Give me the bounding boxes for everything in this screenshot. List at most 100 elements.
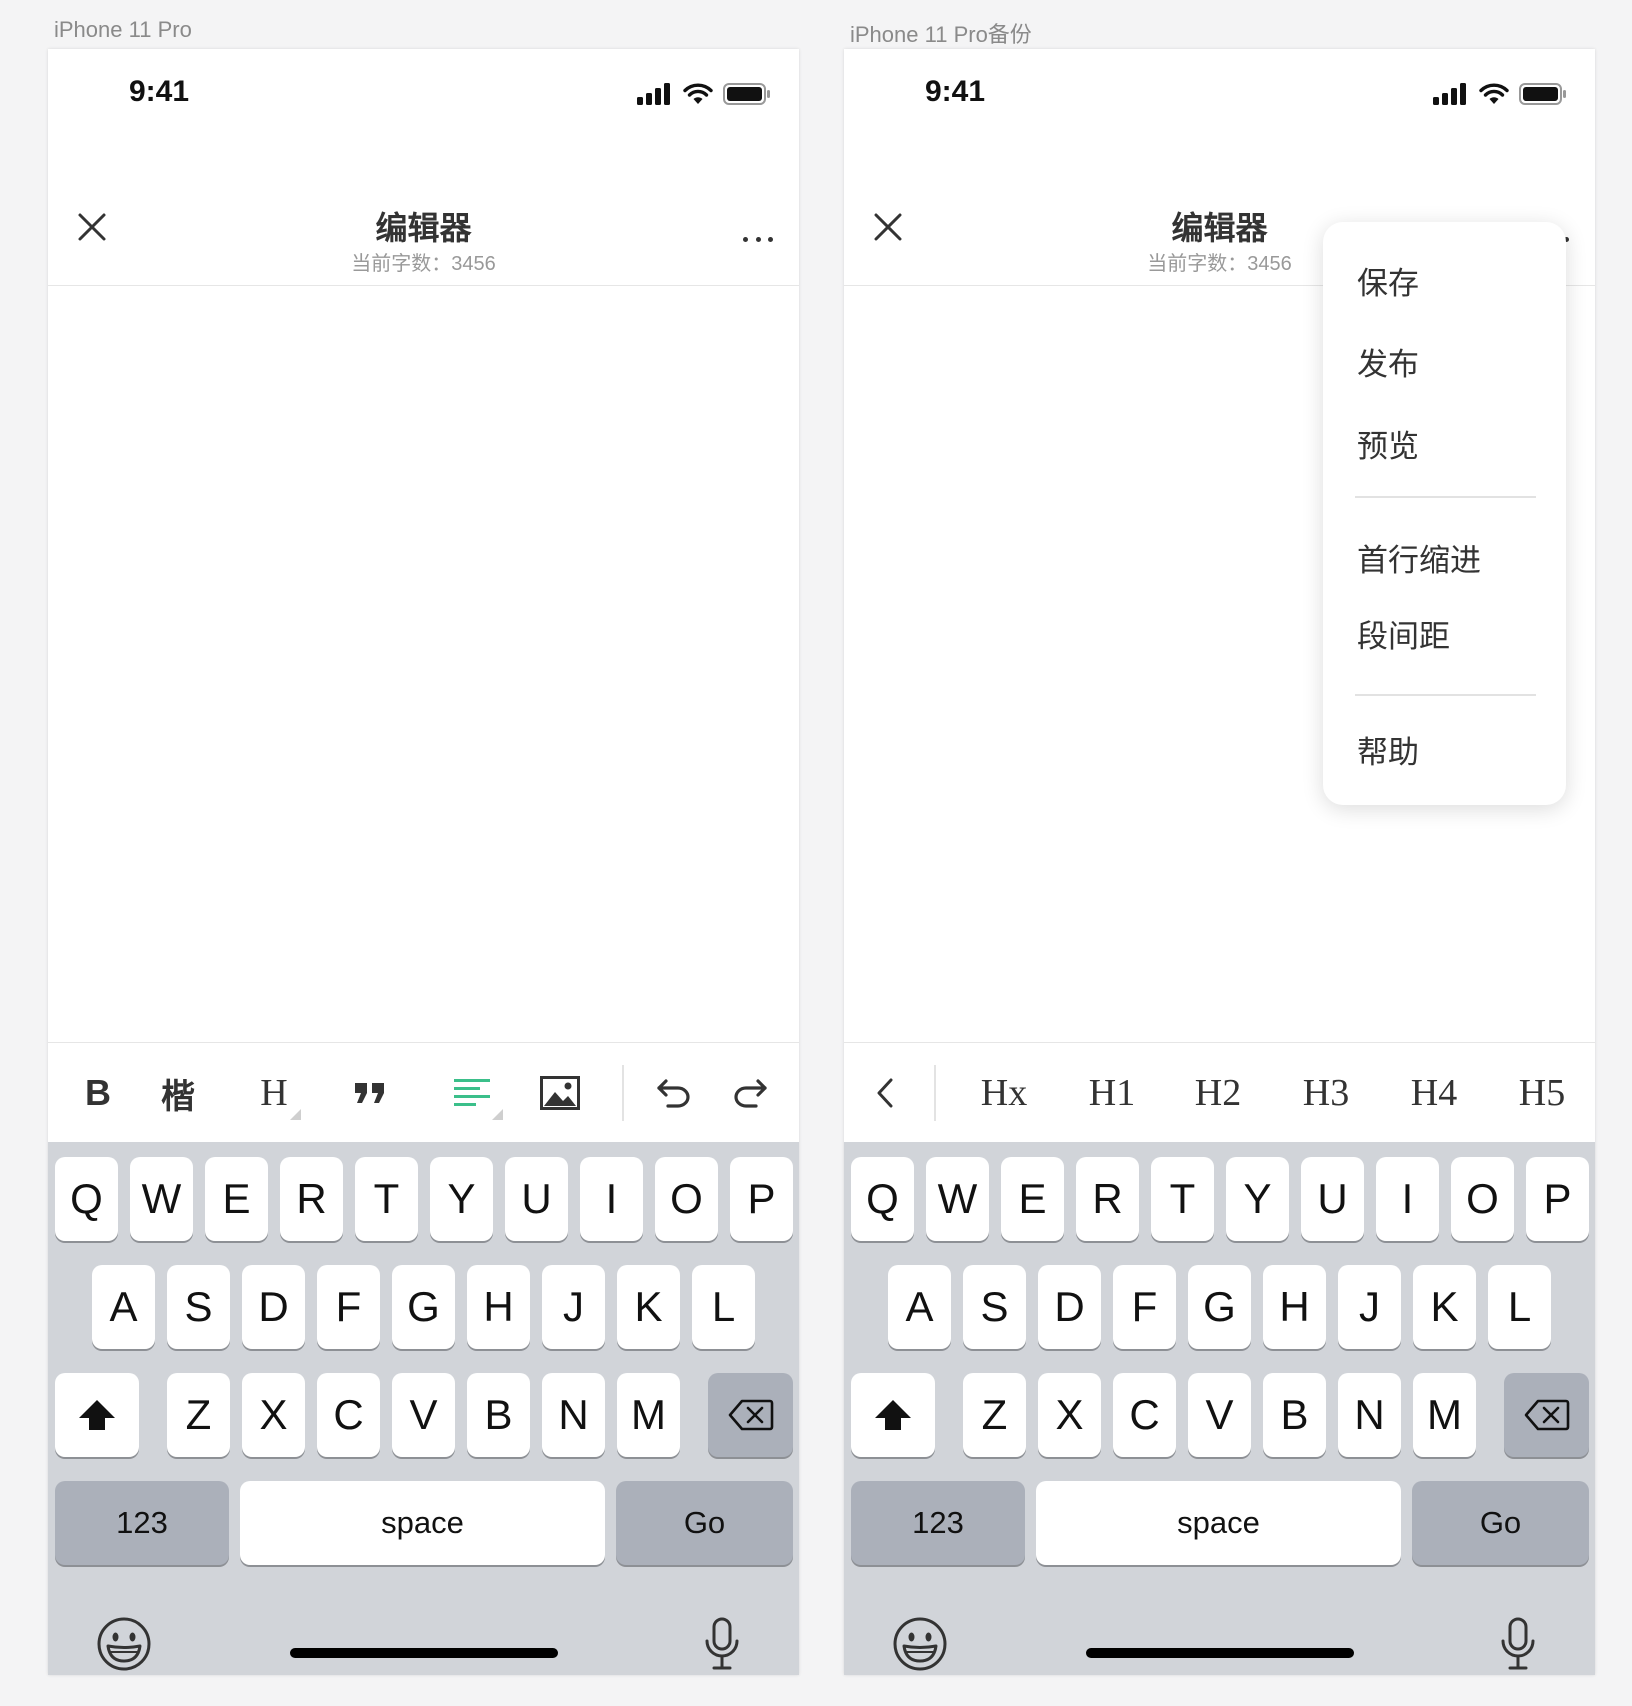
more-icon[interactable]	[743, 233, 773, 245]
heading-h1[interactable]: H1	[1080, 1065, 1144, 1121]
menu-item-help[interactable]: 帮助	[1357, 727, 1419, 772]
key-m[interactable]: M	[1413, 1373, 1476, 1457]
key-h[interactable]: H	[467, 1265, 530, 1349]
key-s[interactable]: S	[963, 1265, 1026, 1349]
key-b[interactable]: B	[1263, 1373, 1326, 1457]
key-b[interactable]: B	[467, 1373, 530, 1457]
key-e[interactable]: E	[1001, 1157, 1064, 1241]
key-p[interactable]: P	[1526, 1157, 1589, 1241]
menu-item-publish[interactable]: 发布	[1357, 339, 1419, 384]
dropdown-corner	[492, 1109, 503, 1120]
undo-icon[interactable]	[654, 1065, 694, 1121]
key-p[interactable]: P	[730, 1157, 793, 1241]
key-o[interactable]: O	[1451, 1157, 1514, 1241]
key-y[interactable]: Y	[1226, 1157, 1289, 1241]
editor-area[interactable]	[48, 287, 799, 1042]
shift-key[interactable]	[55, 1373, 139, 1457]
emoji-icon[interactable]	[96, 1616, 152, 1672]
key-z[interactable]: Z	[963, 1373, 1026, 1457]
kai-font-icon[interactable]: 楷	[156, 1065, 200, 1121]
key-j[interactable]: J	[542, 1265, 605, 1349]
key-c[interactable]: C	[317, 1373, 380, 1457]
key-f[interactable]: F	[1113, 1265, 1176, 1349]
quote-icon[interactable]	[350, 1065, 390, 1121]
key-w[interactable]: W	[926, 1157, 989, 1241]
key-l[interactable]: L	[1488, 1265, 1551, 1349]
home-indicator	[290, 1648, 558, 1658]
key-o[interactable]: O	[655, 1157, 718, 1241]
key-v[interactable]: V	[392, 1373, 455, 1457]
key-l[interactable]: L	[692, 1265, 755, 1349]
key-t[interactable]: T	[1151, 1157, 1214, 1241]
space-key[interactable]: space	[240, 1481, 605, 1565]
status-time: 9:41	[128, 75, 190, 108]
backspace-icon	[1524, 1399, 1569, 1431]
heading-h2[interactable]: H2	[1186, 1065, 1250, 1121]
key-h[interactable]: H	[1263, 1265, 1326, 1349]
key-m[interactable]: M	[617, 1373, 680, 1457]
key-d[interactable]: D	[1038, 1265, 1101, 1349]
heading-h3[interactable]: H3	[1294, 1065, 1358, 1121]
image-icon[interactable]	[538, 1065, 582, 1121]
key-x[interactable]: X	[1038, 1373, 1101, 1457]
key-i[interactable]: I	[1376, 1157, 1439, 1241]
key-q[interactable]: Q	[851, 1157, 914, 1241]
page-title: 编辑器	[375, 210, 472, 246]
key-a[interactable]: A	[92, 1265, 155, 1349]
key-w[interactable]: W	[130, 1157, 193, 1241]
heading-h4[interactable]: H4	[1402, 1065, 1466, 1121]
key-i[interactable]: I	[580, 1157, 643, 1241]
go-key[interactable]: Go	[616, 1481, 793, 1565]
key-d[interactable]: D	[242, 1265, 305, 1349]
align-button[interactable]	[442, 1065, 504, 1121]
key-g[interactable]: G	[392, 1265, 455, 1349]
numbers-key[interactable]: 123	[851, 1481, 1025, 1565]
key-z[interactable]: Z	[167, 1373, 230, 1457]
key-r[interactable]: R	[280, 1157, 343, 1241]
key-v[interactable]: V	[1188, 1373, 1251, 1457]
heading-icon: H	[260, 1072, 288, 1114]
status-bar: 9:41	[48, 49, 799, 137]
menu-item-indent[interactable]: 首行缩进	[1357, 535, 1481, 580]
shift-key[interactable]	[851, 1373, 935, 1457]
key-q[interactable]: Q	[55, 1157, 118, 1241]
key-u[interactable]: U	[1301, 1157, 1364, 1241]
backspace-key[interactable]	[708, 1373, 793, 1457]
key-t[interactable]: T	[355, 1157, 418, 1241]
key-n[interactable]: N	[1338, 1373, 1401, 1457]
redo-icon[interactable]	[730, 1065, 770, 1121]
back-icon[interactable]	[870, 1065, 900, 1121]
mic-icon[interactable]	[1500, 1616, 1536, 1672]
emoji-icon[interactable]	[892, 1616, 948, 1672]
key-x[interactable]: X	[242, 1373, 305, 1457]
key-a[interactable]: A	[888, 1265, 951, 1349]
key-y[interactable]: Y	[430, 1157, 493, 1241]
bold-icon[interactable]: B	[78, 1065, 118, 1121]
key-u[interactable]: U	[505, 1157, 568, 1241]
key-j[interactable]: J	[1338, 1265, 1401, 1349]
status-bar: 9:41	[844, 49, 1595, 137]
key-r[interactable]: R	[1076, 1157, 1139, 1241]
key-k[interactable]: K	[1413, 1265, 1476, 1349]
heading-clear[interactable]: Hx	[972, 1065, 1036, 1121]
go-key[interactable]: Go	[1412, 1481, 1589, 1565]
key-s[interactable]: S	[167, 1265, 230, 1349]
wifi-icon	[683, 83, 713, 104]
key-k[interactable]: K	[617, 1265, 680, 1349]
key-n[interactable]: N	[542, 1373, 605, 1457]
key-f[interactable]: F	[317, 1265, 380, 1349]
mic-icon[interactable]	[704, 1616, 740, 1672]
phone-screen-menu: 9:41 编辑器 当前字数：3456 保存 发布 预览 首行缩进 段间距 帮助 …	[844, 49, 1595, 1675]
menu-item-preview[interactable]: 预览	[1357, 421, 1419, 466]
key-e[interactable]: E	[205, 1157, 268, 1241]
backspace-key[interactable]	[1504, 1373, 1589, 1457]
key-c[interactable]: C	[1113, 1373, 1176, 1457]
toolbar-divider	[622, 1065, 624, 1121]
numbers-key[interactable]: 123	[55, 1481, 229, 1565]
heading-button[interactable]: H	[244, 1065, 304, 1121]
key-g[interactable]: G	[1188, 1265, 1251, 1349]
heading-h5[interactable]: H5	[1510, 1065, 1574, 1121]
menu-item-spacing[interactable]: 段间距	[1357, 611, 1450, 656]
menu-item-save[interactable]: 保存	[1357, 258, 1419, 303]
space-key[interactable]: space	[1036, 1481, 1401, 1565]
